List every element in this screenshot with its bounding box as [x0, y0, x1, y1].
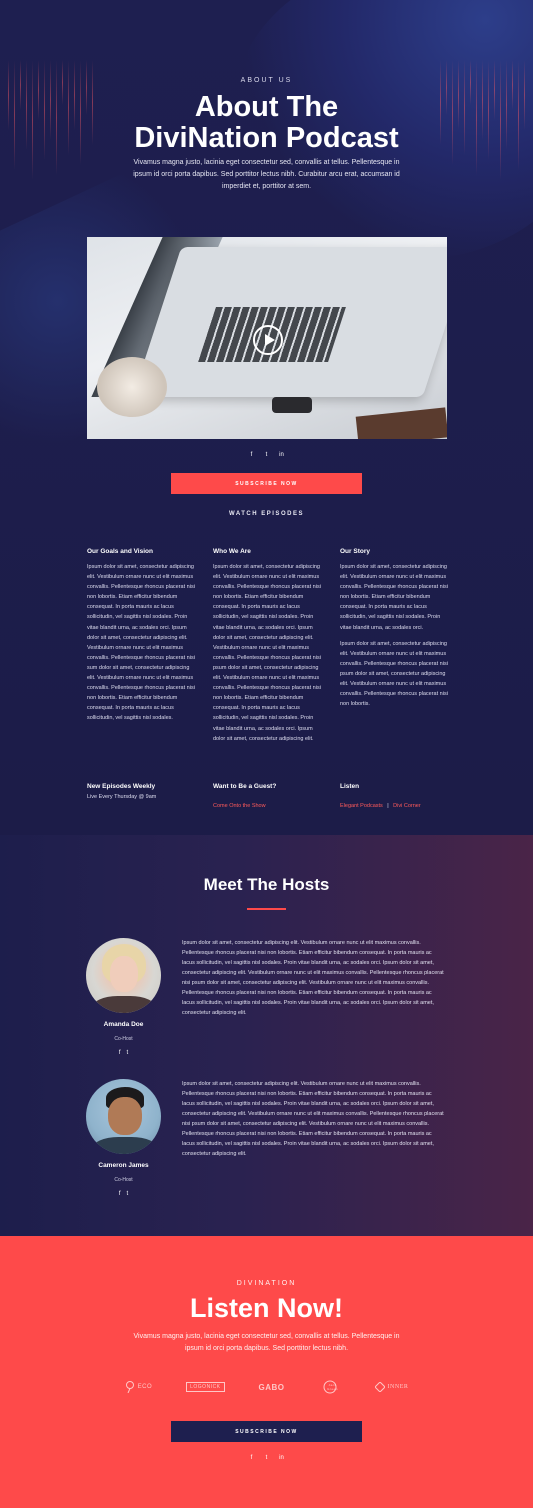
subscribe-button[interactable]: SUBSCRIBE NOW — [171, 1421, 362, 1442]
column-title: Who We Are — [213, 548, 251, 555]
partner-logos: ECO LOGONICK GABO Jack Green INNER — [0, 1380, 533, 1394]
play-icon[interactable] — [253, 325, 283, 355]
column-text: Ipsum dolor sit amet, consectetur adipis… — [213, 564, 321, 742]
partner-logo-text: GABO — [258, 1382, 285, 1392]
partner-logo: LOGONICK — [186, 1382, 225, 1392]
host-card: Cameron James Co-Host f t — [86, 1079, 164, 1197]
listen-now-section: DIVINATION Listen Now! Vivamus magna jus… — [0, 1236, 533, 1508]
partner-logo: ECO — [125, 1381, 153, 1393]
hosts-section: Meet The Hosts Amanda Doe Co-Host f t Ip… — [0, 835, 533, 1236]
elegant-podcasts-link[interactable]: Elegant Podcasts — [340, 803, 383, 809]
avatar-shirt — [92, 1137, 158, 1154]
host-name: Amanda Doe — [103, 1021, 144, 1028]
column-text: Ipsum dolor sit amet, consectetur adipis… — [340, 564, 448, 631]
info-title: Want to Be a Guest? — [213, 783, 277, 790]
info-title: New Episodes Weekly — [87, 783, 156, 790]
guest-link[interactable]: Come Onto the Show — [213, 803, 266, 809]
info-guest: Want to Be a Guest? Come Onto the Show — [213, 783, 333, 812]
info-new-episodes: New Episodes Weekly Live Every Thursday … — [87, 783, 207, 800]
title-divider — [247, 908, 286, 910]
avatar-shirt — [92, 996, 156, 1013]
partner-logo: GABO — [259, 1383, 285, 1392]
social-links: f t in — [0, 1455, 533, 1461]
info-title: Listen — [340, 783, 360, 790]
column-text: Ipsum dolor sit amet, consectetur adipis… — [340, 640, 448, 708]
partner-logo: Jack Green — [319, 1380, 341, 1394]
social-links: f t in — [0, 452, 533, 458]
video-thumbnail-cup — [97, 357, 167, 417]
host-card: Amanda Doe Co-Host f t — [86, 938, 164, 1056]
info-text: Live Every Thursday @ 9am — [87, 794, 157, 800]
facebook-icon[interactable]: f — [249, 1455, 255, 1461]
host-role: Co-Host — [114, 1177, 133, 1183]
column-title: Our Story — [340, 548, 370, 555]
info-column-goals: Our Goals and Vision Ipsum dolor sit ame… — [87, 548, 199, 730]
partner-logo-text: INNER — [387, 1384, 409, 1390]
column-text: Ipsum dolor sit amet, consectetur adipis… — [87, 564, 195, 722]
info-column-who: Who We Are Ipsum dolor sit amet, consect… — [213, 548, 325, 750]
diamond-logo-icon — [374, 1382, 385, 1392]
avatar — [86, 1079, 161, 1154]
hosts-title: Meet The Hosts — [203, 875, 330, 894]
partner-logo: INNER — [374, 1382, 409, 1392]
facebook-icon[interactable]: f — [249, 452, 255, 458]
page-title-line: About The — [194, 91, 339, 123]
hero-description: Vivamus magna justo, lacinia eget consec… — [133, 159, 400, 190]
link-separator: | — [387, 803, 389, 809]
twitter-icon[interactable]: t — [264, 1455, 270, 1461]
twitter-icon[interactable]: t — [127, 1050, 129, 1056]
twitter-icon[interactable]: t — [264, 452, 270, 458]
linkedin-icon[interactable]: in — [279, 1455, 285, 1461]
section-eyebrow: ABOUT US — [240, 77, 293, 84]
host-role: Co-Host — [114, 1036, 133, 1042]
facebook-icon[interactable]: f — [119, 1050, 121, 1056]
partner-logo-text: ECO — [137, 1384, 153, 1390]
section-eyebrow: DIVINATION — [236, 1280, 297, 1287]
avatar-face — [108, 1097, 142, 1135]
eco-logo-icon — [125, 1381, 134, 1393]
avatar-face — [110, 956, 138, 992]
subscribe-button[interactable]: SUBSCRIBE NOW — [171, 473, 362, 494]
video-player[interactable] — [87, 237, 447, 439]
avatar — [86, 938, 161, 1013]
listen-description: Vivamus magna justo, lacinia eget consec… — [133, 1333, 400, 1352]
page-title-line: DiviNation Podcast — [134, 122, 399, 154]
partner-logo-text: LOGONICK — [186, 1382, 225, 1392]
about-hero-section: ABOUT US About The DiviNation Podcast Vi… — [0, 0, 533, 835]
info-column-story: Our Story Ipsum dolor sit amet, consecte… — [340, 548, 452, 715]
divi-corner-link[interactable]: Divi Corner — [393, 803, 421, 809]
linkedin-icon[interactable]: in — [279, 452, 285, 458]
video-thumbnail-watch — [272, 397, 312, 413]
host-bio: Ipsum dolor sit amet, consectetur adipis… — [182, 1081, 444, 1157]
host-name: Cameron James — [98, 1162, 149, 1169]
host-social-links: f t — [86, 1050, 161, 1056]
listen-title: Listen Now! — [190, 1293, 343, 1323]
partner-logo-text: Jack Green — [327, 1383, 338, 1391]
host-social-links: f t — [86, 1191, 161, 1197]
facebook-icon[interactable]: f — [119, 1191, 121, 1197]
info-listen: Listen Elegant Podcasts | Divi Corner — [340, 783, 460, 812]
host-bio: Ipsum dolor sit amet, consectetur adipis… — [182, 940, 444, 1016]
column-title: Our Goals and Vision — [87, 548, 153, 555]
page-title: About The DiviNation Podcast — [0, 92, 533, 154]
twitter-icon[interactable]: t — [127, 1191, 129, 1197]
watch-episodes-link[interactable]: WATCH EPISODES — [0, 511, 533, 517]
